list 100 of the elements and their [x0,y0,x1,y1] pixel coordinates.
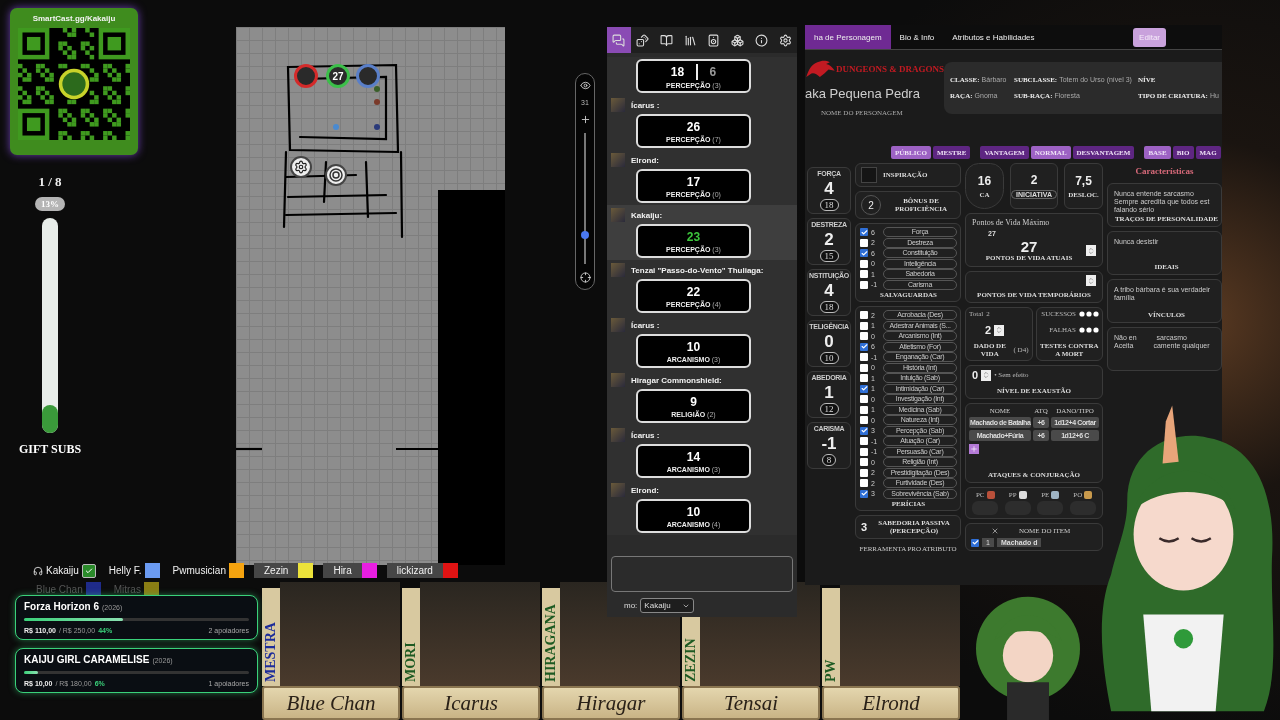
roll-value: 10 [685,339,702,354]
player-name: Mitras [112,583,142,597]
sender-name: Elrond: [631,485,659,495]
checkbox[interactable] [860,374,868,382]
slider-thumb[interactable] [581,231,589,240]
checkbox[interactable] [860,311,868,319]
checkbox[interactable] [860,384,868,393]
coin-icon [1018,491,1027,499]
sender-name: Tenzai "Passo-do-Vento" Thuliaga: [631,265,764,275]
roll-value: 17 [685,174,702,189]
passive-value: 3 [861,521,868,533]
checkbox[interactable] [860,270,868,278]
roll-value: 18 [669,64,686,79]
coin-icon [1084,491,1093,499]
book-icon [659,33,673,47]
checkbox[interactable] [860,238,868,247]
wall-line [236,447,262,451]
stepper-control[interactable] [981,369,992,381]
checkbox[interactable] [971,538,979,547]
checkbox[interactable] [860,342,868,351]
ability-modifier: 4 [824,179,834,197]
checkbox[interactable] [860,405,868,414]
ability-modifier: -1 [821,434,837,452]
character-name: Icarus [444,690,498,716]
avatar-placeholder [611,428,625,442]
ability-modifier: 1 [824,383,834,401]
map-token[interactable]: 27 [326,64,350,88]
spiral-token-icon[interactable] [325,164,347,186]
checkbox[interactable] [860,447,868,456]
character-name: Tensai [723,690,779,716]
character-name: Blue Chan [286,690,376,716]
speaker-select[interactable]: Kakaiju [640,598,695,613]
checkbox[interactable] [860,489,868,498]
player-name: Pwmusician [171,564,227,578]
hp-current-value: 27 [1020,239,1038,254]
zoom-in-icon[interactable] [579,114,591,125]
close-icon[interactable] [991,527,999,535]
player-name: Blue Chan [35,583,84,597]
avatar-placeholder [611,153,625,167]
checkbox[interactable] [860,332,868,340]
eye-icon[interactable] [579,80,591,91]
sender-name: Ícarus : [631,430,660,440]
ability-score: 12 [819,403,839,415]
crosshair-icon[interactable] [579,272,591,283]
roll-value: 10 [685,504,702,519]
checkbox[interactable] [860,426,868,435]
gear-token-icon[interactable] [290,156,312,178]
gift-subs-label: GIFT SUBS [18,442,82,457]
checkbox[interactable] [860,458,868,466]
books-icon [683,33,697,47]
roll-value: 26 [685,119,702,134]
checkbox[interactable] [860,259,868,268]
roll-value: 14 [685,449,702,464]
logo-text: DUNGEONS & DRAGONS [836,64,944,74]
sheet-tab[interactable]: Atributos e Habilidades [943,25,1044,49]
check-icon [84,566,93,575]
ability-modifier: 2 [824,230,834,248]
stepper-control[interactable] [994,324,1005,336]
ability-score: 15 [819,250,839,262]
roll-value: 9 [689,394,698,409]
goal-title: KAIJU GIRL CARAMELISE [24,654,150,665]
section-title: Características [1135,165,1194,178]
sheet-tab[interactable]: Bio & Info [890,25,944,49]
checkbox[interactable] [860,479,868,487]
checkbox[interactable] [860,321,868,330]
player-tag-banner: PW [822,588,840,686]
map-token[interactable] [356,64,380,88]
chat-icon [612,33,626,47]
avatar-placeholder [611,263,625,277]
checkbox[interactable] [81,563,96,578]
player-tag-banner: MESTRA [262,588,280,686]
sheet-tab[interactable]: ha de Personagem [805,25,891,49]
dice-icon [636,33,650,47]
checkbox[interactable] [860,280,868,289]
ability-score: 10 [819,352,839,364]
ability-score: 18 [819,301,839,313]
sender-name: Ícarus : [631,320,660,330]
player-name: Kakaiju [45,564,80,578]
checkbox[interactable] [860,416,868,424]
checkbox[interactable] [860,395,868,403]
coin-icon [1051,491,1060,499]
hp-max-label: Pontos de Vida Máximo [972,218,1051,227]
checkbox[interactable] [860,363,868,372]
chat-input-field[interactable] [611,556,793,592]
qr-link-text: SmartCast.gg/Kakaiju [32,14,116,23]
settings-icon [778,33,792,47]
checkbox[interactable] [860,353,868,361]
character-name: aka Pequena Pedra [805,86,921,101]
checkbox[interactable] [860,468,868,477]
wall-line [396,447,438,451]
info-icon [754,33,768,47]
sender-name: Elrond: [631,155,659,165]
map-token[interactable] [294,64,318,88]
checkbox[interactable] [860,437,868,445]
player-name: Zezin [253,563,299,578]
avatar-placeholder [611,208,625,222]
avatar-placeholder [611,98,625,112]
player-tag-banner: MORI [402,588,420,686]
ability-modifier: 0 [824,332,834,350]
inspiration-field[interactable] [861,167,877,183]
